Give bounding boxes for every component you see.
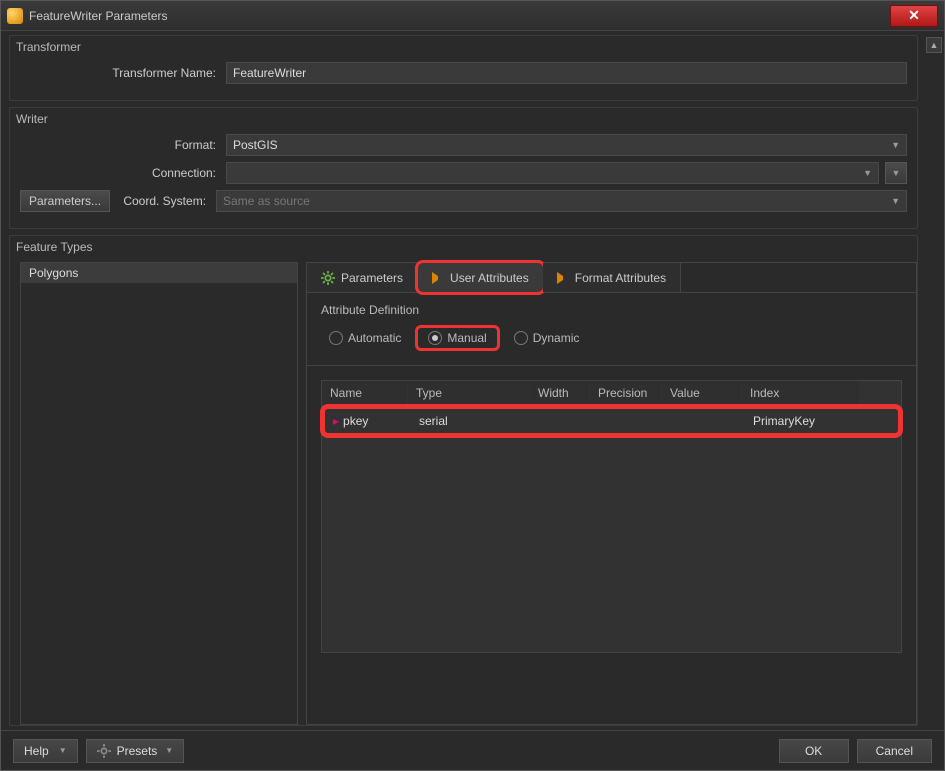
connection-browse-button[interactable]: ▼: [885, 162, 907, 184]
connection-label: Connection:: [20, 166, 220, 180]
feature-types-group: Feature Types Polygons Parameters: [9, 235, 918, 726]
attribute-definition-section: Attribute Definition Automatic Manual: [307, 293, 916, 366]
radio-manual-label: Manual: [447, 331, 486, 345]
arrow-right-icon: [432, 272, 444, 284]
presets-button[interactable]: Presets ▼: [86, 739, 185, 763]
dialog-window: FeatureWriter Parameters ✕ Transformer T…: [0, 0, 945, 771]
help-button-label: Help: [24, 744, 49, 758]
tab-parameters[interactable]: Parameters: [307, 263, 418, 292]
radio-icon: [514, 331, 528, 345]
radio-icon: [329, 331, 343, 345]
feature-types-title: Feature Types: [16, 240, 917, 254]
writer-parameters-label: Parameters...: [29, 194, 101, 208]
cell-index[interactable]: PrimaryKey: [745, 409, 863, 433]
format-value: PostGIS: [233, 138, 278, 152]
arrow-right-icon: [557, 272, 569, 284]
cell-type[interactable]: serial: [411, 409, 533, 433]
transformer-name-value: FeatureWriter: [233, 66, 306, 80]
writer-group: Writer Format: PostGIS Connection: ▼ Par…: [9, 107, 918, 229]
attributes-table: Name Type Width Precision Value Index ▸ p…: [321, 380, 902, 653]
attribute-definition-label: Attribute Definition: [321, 303, 902, 317]
radio-manual[interactable]: Manual: [415, 325, 499, 351]
col-type[interactable]: Type: [408, 381, 530, 406]
writer-group-title: Writer: [16, 112, 907, 126]
table-row[interactable]: ▸ pkey serial PrimaryKey: [322, 406, 901, 436]
dialog-footer: Help ▼ Presets ▼ OK Cancel: [1, 730, 944, 770]
feature-type-item[interactable]: Polygons: [21, 263, 297, 283]
cell-precision[interactable]: [593, 409, 665, 433]
cell-width[interactable]: [533, 409, 593, 433]
title-bar: FeatureWriter Parameters ✕: [1, 1, 944, 31]
tab-format-attributes-label: Format Attributes: [575, 271, 666, 285]
table-header-row: Name Type Width Precision Value Index: [322, 381, 901, 406]
app-icon: [7, 8, 23, 24]
gear-icon: [321, 271, 335, 285]
col-value[interactable]: Value: [662, 381, 742, 406]
radio-dynamic-label: Dynamic: [533, 331, 580, 345]
transformer-name-label: Transformer Name:: [20, 66, 220, 80]
feature-type-item-label: Polygons: [29, 266, 78, 280]
table-empty-area[interactable]: [322, 436, 901, 652]
transformer-group: Transformer Transformer Name: FeatureWri…: [9, 35, 918, 101]
presets-button-label: Presets: [117, 744, 158, 758]
tab-user-attributes[interactable]: User Attributes: [415, 260, 546, 295]
tab-bar: Parameters User Attributes Format Attrib…: [307, 263, 916, 293]
window-title: FeatureWriter Parameters: [29, 9, 168, 23]
cancel-button-label: Cancel: [876, 744, 913, 758]
chevron-down-icon: ▼: [59, 746, 67, 755]
scroll-up-button[interactable]: ▲: [926, 37, 942, 53]
feature-type-panel: Parameters User Attributes Format Attrib…: [306, 262, 917, 725]
tab-user-attributes-label: User Attributes: [450, 271, 529, 285]
col-width[interactable]: Width: [530, 381, 590, 406]
chevron-down-icon: ▼: [165, 746, 173, 755]
cell-value[interactable]: [665, 409, 745, 433]
feature-types-list[interactable]: Polygons: [20, 262, 298, 725]
attributes-table-area: Name Type Width Precision Value Index ▸ p…: [307, 366, 916, 724]
col-index[interactable]: Index: [742, 381, 860, 406]
ok-button-label: OK: [805, 744, 822, 758]
row-indicator-icon: ▸: [333, 414, 339, 428]
radio-icon: [428, 331, 442, 345]
cell-name[interactable]: ▸ pkey: [325, 409, 411, 433]
radio-dynamic[interactable]: Dynamic: [506, 329, 588, 347]
writer-parameters-button[interactable]: Parameters...: [20, 190, 110, 212]
coord-system-label: Coord. System:: [116, 194, 210, 208]
help-button[interactable]: Help ▼: [13, 739, 78, 763]
transformer-name-input[interactable]: FeatureWriter: [226, 62, 907, 84]
tab-parameters-label: Parameters: [341, 271, 403, 285]
close-button[interactable]: ✕: [890, 5, 938, 27]
col-name[interactable]: Name: [322, 381, 408, 406]
vertical-scrollbar[interactable]: ▲: [924, 35, 944, 726]
coord-system-combo[interactable]: Same as source: [216, 190, 907, 212]
col-precision[interactable]: Precision: [590, 381, 662, 406]
tab-format-attributes[interactable]: Format Attributes: [543, 263, 681, 292]
transformer-group-title: Transformer: [16, 40, 907, 54]
radio-automatic-label: Automatic: [348, 331, 401, 345]
content-area: Transformer Transformer Name: FeatureWri…: [1, 31, 944, 730]
attribute-definition-radios: Automatic Manual Dynamic: [321, 325, 902, 351]
format-combo[interactable]: PostGIS: [226, 134, 907, 156]
cancel-button[interactable]: Cancel: [857, 739, 932, 763]
radio-automatic[interactable]: Automatic: [321, 329, 409, 347]
ok-button[interactable]: OK: [779, 739, 849, 763]
connection-combo[interactable]: [226, 162, 879, 184]
format-label: Format:: [20, 138, 220, 152]
coord-system-placeholder: Same as source: [223, 194, 310, 208]
gear-icon: [97, 744, 111, 758]
main-column: Transformer Transformer Name: FeatureWri…: [9, 35, 924, 726]
cell-name-value: pkey: [343, 414, 368, 428]
